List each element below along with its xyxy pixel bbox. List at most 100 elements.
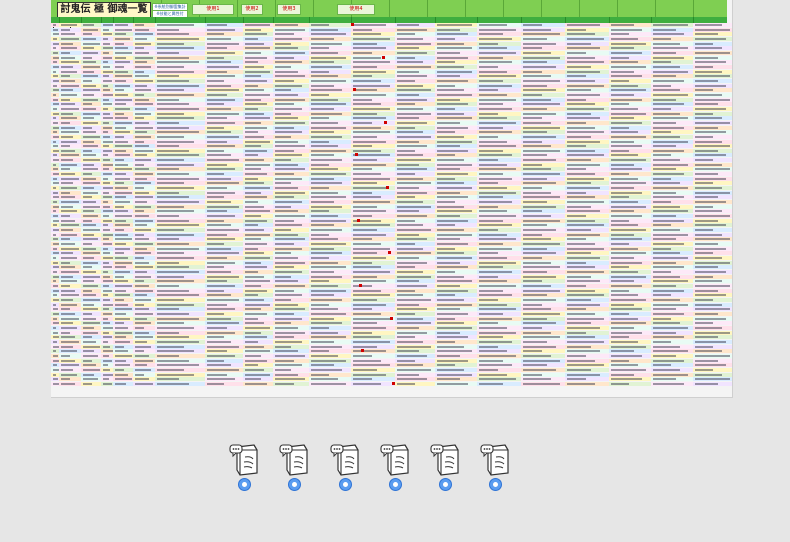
table-cell[interactable] [351,381,396,386]
table-cell[interactable] [309,204,352,209]
table-cell[interactable] [273,339,310,344]
table-cell[interactable] [651,50,694,55]
table-cell[interactable] [81,209,102,214]
table-cell[interactable] [273,186,310,191]
table-cell[interactable] [113,372,134,377]
table-cell[interactable] [565,102,610,107]
table-cell[interactable] [59,106,82,111]
table-cell[interactable] [565,349,610,354]
table-cell[interactable] [351,237,396,242]
table-cell[interactable] [609,186,652,191]
table-cell[interactable] [435,78,478,83]
table-cell[interactable] [693,367,732,372]
table-cell[interactable] [395,381,436,386]
table-row[interactable] [51,130,732,135]
table-cell[interactable] [351,190,396,195]
table-cell[interactable] [243,358,274,363]
table-cell[interactable] [477,321,522,326]
table-cell[interactable] [351,32,396,37]
table-cell[interactable] [113,83,134,88]
table-cell[interactable] [395,27,436,32]
table-cell[interactable] [309,64,352,69]
table-cell[interactable] [521,97,566,102]
table-cell[interactable] [395,50,436,55]
table-cell[interactable] [565,228,610,233]
table-cell[interactable] [395,279,436,284]
table-row[interactable] [51,106,732,111]
table-cell[interactable] [59,23,82,27]
table-cell[interactable] [81,349,102,354]
table-cell[interactable] [273,41,310,46]
table-cell[interactable] [133,279,156,284]
table-cell[interactable] [113,297,134,302]
table-cell[interactable] [155,120,206,125]
table-cell[interactable] [243,209,274,214]
table-row[interactable] [51,237,732,242]
table-cell[interactable] [651,190,694,195]
table-cell[interactable] [155,288,206,293]
table-row[interactable] [51,41,732,46]
table-cell[interactable] [477,283,522,288]
table-cell[interactable] [113,181,134,186]
table-cell[interactable] [565,307,610,312]
table-cell[interactable] [273,237,310,242]
table-cell[interactable] [59,181,82,186]
table-cell[interactable] [395,181,436,186]
table-row[interactable] [51,36,732,41]
table-cell[interactable] [521,78,566,83]
table-cell[interactable] [59,125,82,130]
table-row[interactable] [51,265,732,270]
table-cell[interactable] [309,344,352,349]
table-cell[interactable] [395,311,436,316]
table-row[interactable] [51,144,732,149]
table-cell[interactable] [565,106,610,111]
table-cell[interactable] [59,288,82,293]
table-cell[interactable] [113,186,134,191]
table-cell[interactable] [81,316,102,321]
table-cell[interactable] [435,265,478,270]
table-cell[interactable] [435,381,478,386]
table-cell[interactable] [155,186,206,191]
table-cell[interactable] [693,339,732,344]
table-cell[interactable] [59,186,82,191]
table-cell[interactable] [693,134,732,139]
table-cell[interactable] [477,200,522,205]
table-cell[interactable] [435,186,478,191]
table-cell[interactable] [205,74,244,79]
table-cell[interactable] [435,55,478,60]
table-cell[interactable] [395,36,436,41]
table-cell[interactable] [133,158,156,163]
table-cell[interactable] [133,195,156,200]
table-cell[interactable] [273,120,310,125]
table-cell[interactable] [81,372,102,377]
table-cell[interactable] [435,181,478,186]
table-cell[interactable] [435,60,478,65]
table-cell[interactable] [477,97,522,102]
table-cell[interactable] [205,297,244,302]
table-cell[interactable] [59,274,82,279]
table-cell[interactable] [243,302,274,307]
table-cell[interactable] [81,353,102,358]
table-cell[interactable] [565,69,610,74]
table-cell[interactable] [243,307,274,312]
table-cell[interactable] [113,232,134,237]
table-row[interactable] [51,74,732,79]
table-cell[interactable] [609,190,652,195]
table-cell[interactable] [395,293,436,298]
table-cell[interactable] [59,293,82,298]
table-cell[interactable] [81,218,102,223]
table-cell[interactable] [565,144,610,149]
table-cell[interactable] [651,209,694,214]
tray-item[interactable] [375,442,415,494]
table-cell[interactable] [609,349,652,354]
table-cell[interactable] [59,330,82,335]
table-cell[interactable] [521,353,566,358]
table-cell[interactable] [351,148,396,153]
table-cell[interactable] [435,92,478,97]
table-cell[interactable] [309,23,352,27]
table-cell[interactable] [693,260,732,265]
table-cell[interactable] [309,74,352,79]
table-cell[interactable] [435,190,478,195]
table-cell[interactable] [81,144,102,149]
table-cell[interactable] [693,358,732,363]
